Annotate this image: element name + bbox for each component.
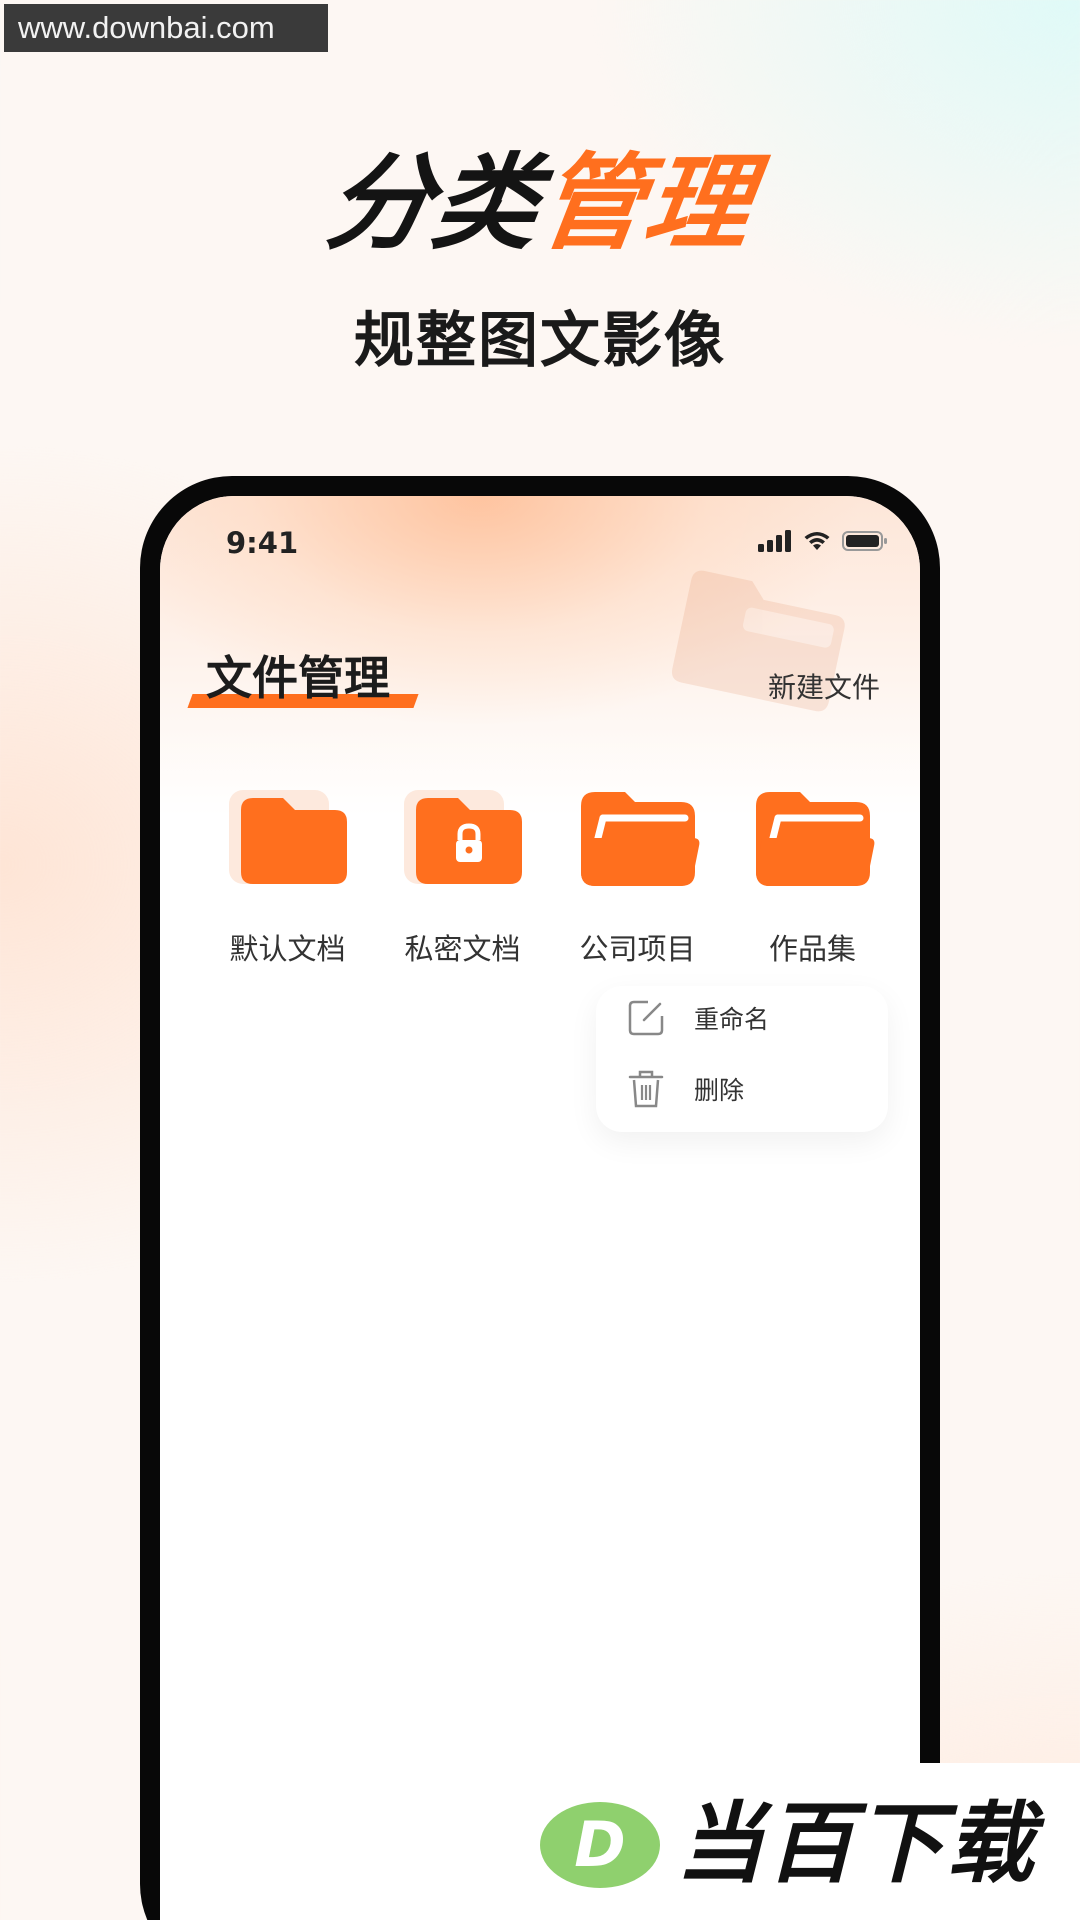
folder-portfolio[interactable]: 作品集 [725, 780, 900, 968]
rename-label: 重命名 [694, 1005, 770, 1034]
folder-grid: 默认文档 私密文档 公司项目 作品集 [200, 780, 900, 968]
brand-logo-icon: D [540, 1802, 660, 1888]
watermark-url: www.downbai.com [4, 4, 328, 52]
delete-label: 删除 [694, 1076, 745, 1105]
delete-menu-item[interactable]: 删除 [626, 1068, 744, 1110]
new-file-button[interactable]: 新建文件 [768, 666, 880, 706]
open-folder-icon [580, 792, 699, 886]
brand-name: 当百下载 [676, 1792, 1037, 1895]
status-icons [758, 530, 888, 552]
folder-default-docs[interactable]: 默认文档 [200, 780, 375, 968]
folder-label: 作品集 [768, 932, 856, 966]
brand-logo-letter: D [574, 1808, 625, 1881]
signal-icon [758, 530, 791, 552]
headline-accent-part: 管理 [531, 142, 761, 264]
page-title: 文件管理 [206, 651, 390, 705]
folder-company-projects[interactable]: 公司项目 [550, 780, 725, 968]
trash-icon [628, 1070, 664, 1108]
lock-folder-icon [403, 790, 522, 884]
folder-label: 默认文档 [229, 932, 346, 966]
folder-label: 公司项目 [579, 932, 696, 966]
promo-subheadline: 规整图文影像 [354, 306, 726, 376]
open-folder-icon [755, 792, 874, 886]
folder-label: 私密文档 [404, 932, 521, 966]
folder-icon [228, 790, 347, 884]
edit-icon [628, 1000, 664, 1036]
battery-icon [842, 531, 887, 551]
wifi-icon [804, 532, 830, 550]
promo-headline: 分类管理 [0, 142, 1080, 264]
phone-frame: 9:41 文件管理 新建文件 默认文档 私密文档 公司项目 作品集 重命名 删除 [140, 476, 940, 1920]
headline-dark-part: 分类 [319, 142, 549, 264]
folder-context-menu: 重命名 删除 [596, 986, 888, 1132]
phone-screen: 9:41 文件管理 新建文件 默认文档 私密文档 公司项目 作品集 重命名 删除 [160, 496, 920, 1920]
status-time: 9:41 [226, 526, 299, 560]
folder-private-docs[interactable]: 私密文档 [375, 780, 550, 968]
rename-menu-item[interactable]: 重命名 [626, 998, 769, 1038]
